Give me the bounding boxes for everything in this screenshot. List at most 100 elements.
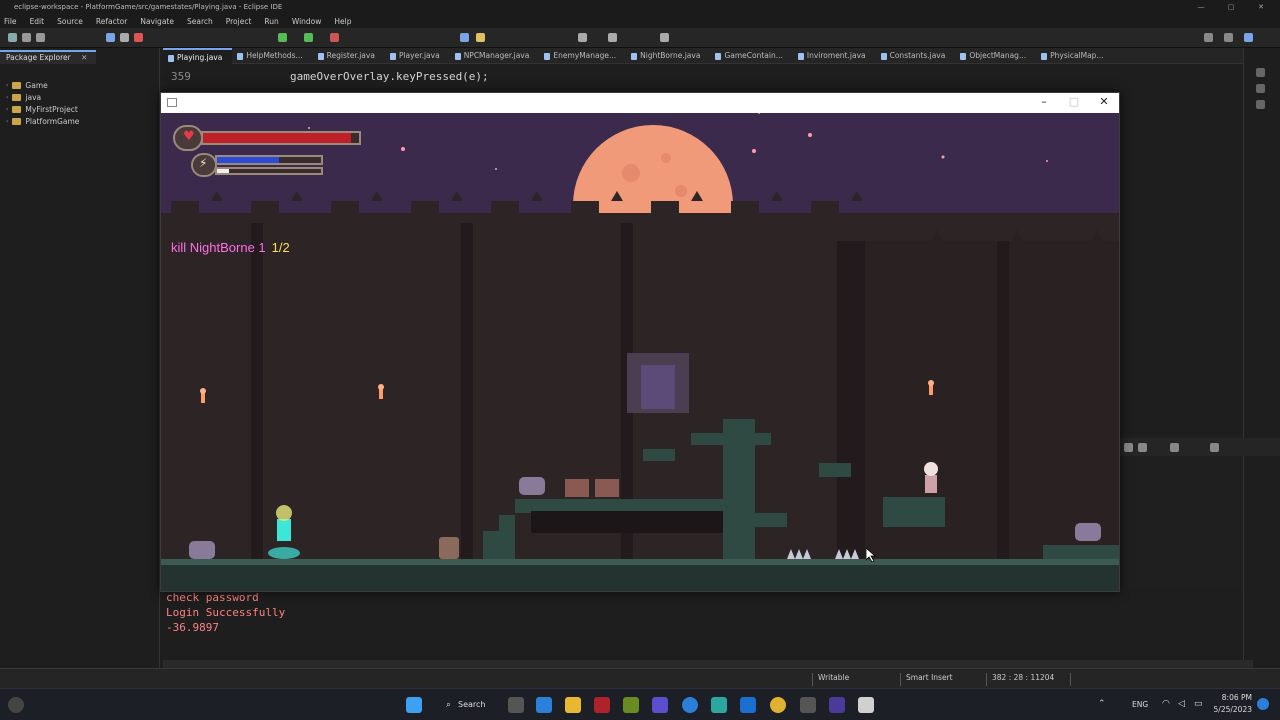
open-console-icon[interactable] bbox=[1210, 443, 1219, 452]
app-icon[interactable] bbox=[594, 697, 610, 713]
chevron-right-icon[interactable]: › bbox=[6, 94, 8, 101]
menu-search[interactable]: Search bbox=[187, 17, 213, 26]
scroll-lock-icon[interactable] bbox=[1138, 443, 1147, 452]
close-icon[interactable]: ✕ bbox=[1250, 0, 1272, 14]
console-line: check password bbox=[166, 591, 259, 604]
suspend-icon[interactable] bbox=[120, 33, 129, 42]
console-output[interactable]: check password Login Successfully -36.98… bbox=[160, 590, 1243, 660]
outline-icon[interactable] bbox=[1256, 68, 1265, 77]
tab-inviroment-java[interactable]: Inviroment.java bbox=[793, 48, 876, 64]
tab-npcmanager-java[interactable]: NPCManager.java bbox=[450, 48, 540, 64]
debug-icon[interactable] bbox=[304, 33, 313, 42]
package-explorer-tab[interactable]: Package Explorer ✕ bbox=[0, 50, 96, 64]
new-icon[interactable] bbox=[8, 33, 17, 42]
notification-icon[interactable] bbox=[1257, 698, 1269, 710]
fireworks-icon[interactable] bbox=[623, 697, 639, 713]
chevron-right-icon[interactable]: › bbox=[6, 106, 8, 113]
game-titlebar[interactable]: – ▢ ✕ bbox=[161, 93, 1119, 113]
tab-gamecontainer[interactable]: GameContain... bbox=[710, 48, 792, 64]
task-list-icon[interactable] bbox=[1256, 84, 1265, 93]
mail-icon[interactable] bbox=[536, 697, 552, 713]
battery-icon[interactable]: ▭ bbox=[1194, 699, 1203, 709]
taskbar-search[interactable]: ⌕ Search bbox=[436, 694, 496, 716]
tree-item-label: Game bbox=[25, 81, 48, 90]
toggle-mark-icon[interactable] bbox=[460, 33, 469, 42]
tab-constants-java[interactable]: Constants.java bbox=[876, 48, 956, 64]
code-line[interactable]: gameOverOverlay.keyPressed(e); bbox=[290, 70, 489, 83]
save-icon[interactable] bbox=[22, 33, 31, 42]
horizontal-scrollbar[interactable] bbox=[163, 660, 1253, 668]
tree-item-platformgame[interactable]: › PlatformGame bbox=[6, 116, 79, 127]
close-icon[interactable]: ✕ bbox=[1089, 95, 1119, 108]
tab-register-java[interactable]: Register.java bbox=[313, 48, 385, 64]
app-icon[interactable] bbox=[800, 697, 816, 713]
tab-enemymanager[interactable]: EnemyManage... bbox=[539, 48, 626, 64]
terminate-icon[interactable] bbox=[134, 33, 143, 42]
tree-item-myfirstproject[interactable]: › MyFirstProject bbox=[6, 104, 78, 115]
clock-date[interactable]: 5/25/2023 bbox=[1208, 705, 1252, 714]
file-explorer-icon[interactable] bbox=[565, 697, 581, 713]
menu-source[interactable]: Source bbox=[57, 17, 83, 26]
menu-help[interactable]: Help bbox=[334, 17, 351, 26]
menu-navigate[interactable]: Navigate bbox=[140, 17, 174, 26]
objective-count: 1/2 bbox=[271, 240, 290, 255]
crate bbox=[565, 479, 589, 497]
chevron-up-icon[interactable]: ⌃ bbox=[1098, 699, 1106, 709]
tab-physicalmap[interactable]: PhysicalMap... bbox=[1036, 48, 1114, 64]
tab-player-java[interactable]: Player.java bbox=[385, 48, 450, 64]
task-view-icon[interactable] bbox=[508, 697, 524, 713]
app-icon[interactable] bbox=[711, 697, 727, 713]
game-scene bbox=[161, 113, 1119, 591]
tree-item-java[interactable]: › java bbox=[6, 92, 41, 103]
minimize-icon[interactable]: – bbox=[1029, 95, 1059, 108]
pin-console-icon[interactable] bbox=[1170, 443, 1179, 452]
volume-icon[interactable]: ◁ bbox=[1178, 699, 1185, 709]
app-icon[interactable] bbox=[652, 697, 668, 713]
menu-window[interactable]: Window bbox=[292, 17, 322, 26]
language-indicator[interactable]: ENG bbox=[1132, 700, 1148, 709]
menu-refactor[interactable]: Refactor bbox=[96, 17, 127, 26]
search-icon[interactable] bbox=[1204, 33, 1213, 42]
chrome-icon[interactable] bbox=[770, 697, 786, 713]
resume-icon[interactable] bbox=[106, 33, 115, 42]
tab-nightborne-java[interactable]: NightBorne.java bbox=[626, 48, 710, 64]
chevron-right-icon[interactable]: › bbox=[6, 118, 8, 125]
wifi-icon[interactable]: ◠ bbox=[1162, 699, 1170, 709]
java-perspective-icon[interactable] bbox=[1244, 33, 1253, 42]
open-perspective-icon[interactable] bbox=[1224, 33, 1233, 42]
close-icon[interactable]: ✕ bbox=[81, 53, 87, 62]
back-icon[interactable] bbox=[578, 33, 587, 42]
tree-item-game[interactable]: › Game bbox=[6, 80, 48, 91]
eclipse-icon[interactable] bbox=[829, 697, 845, 713]
problems-icon[interactable] bbox=[1256, 100, 1265, 109]
widgets-icon[interactable] bbox=[8, 697, 24, 713]
vscode-icon[interactable] bbox=[740, 697, 756, 713]
menu-run[interactable]: Run bbox=[264, 17, 278, 26]
tab-helpmethods[interactable]: HelpMethods... bbox=[232, 48, 312, 64]
run-icon[interactable] bbox=[278, 33, 287, 42]
forward-icon[interactable] bbox=[608, 33, 617, 42]
maximize-icon[interactable]: ▢ bbox=[1059, 95, 1089, 108]
menu-project[interactable]: Project bbox=[226, 17, 252, 26]
clear-console-icon[interactable] bbox=[1124, 443, 1133, 452]
game-canvas[interactable]: ♥ ⚡ kill NightBorne 1 1/2 bbox=[161, 113, 1119, 591]
minimize-icon[interactable]: — bbox=[1190, 0, 1212, 14]
start-icon[interactable] bbox=[406, 697, 422, 713]
perspective-icon[interactable] bbox=[660, 33, 669, 42]
game-window[interactable]: – ▢ ✕ ♥ ⚡ kill NightBorne 1 1/2 bbox=[160, 92, 1120, 592]
chevron-right-icon[interactable]: › bbox=[6, 82, 8, 89]
maximize-icon[interactable]: ▢ bbox=[1220, 0, 1242, 14]
menu-file[interactable]: File bbox=[4, 17, 17, 26]
highlight-icon[interactable] bbox=[476, 33, 485, 42]
tab-objectmanager[interactable]: ObjectManag... bbox=[955, 48, 1036, 64]
zalo-icon[interactable] bbox=[682, 697, 698, 713]
menu-edit[interactable]: Edit bbox=[30, 17, 45, 26]
objective-text: kill NightBorne 1 bbox=[171, 240, 266, 255]
health-fill bbox=[203, 133, 352, 143]
external-tools-icon[interactable] bbox=[330, 33, 339, 42]
tab-playing-java[interactable]: Playing.java bbox=[163, 48, 233, 64]
console-line: Login Successfully bbox=[166, 606, 286, 619]
clock-time[interactable]: 8:06 PM bbox=[1214, 693, 1252, 702]
save-all-icon[interactable] bbox=[36, 33, 45, 42]
java-app-icon[interactable] bbox=[858, 697, 874, 713]
